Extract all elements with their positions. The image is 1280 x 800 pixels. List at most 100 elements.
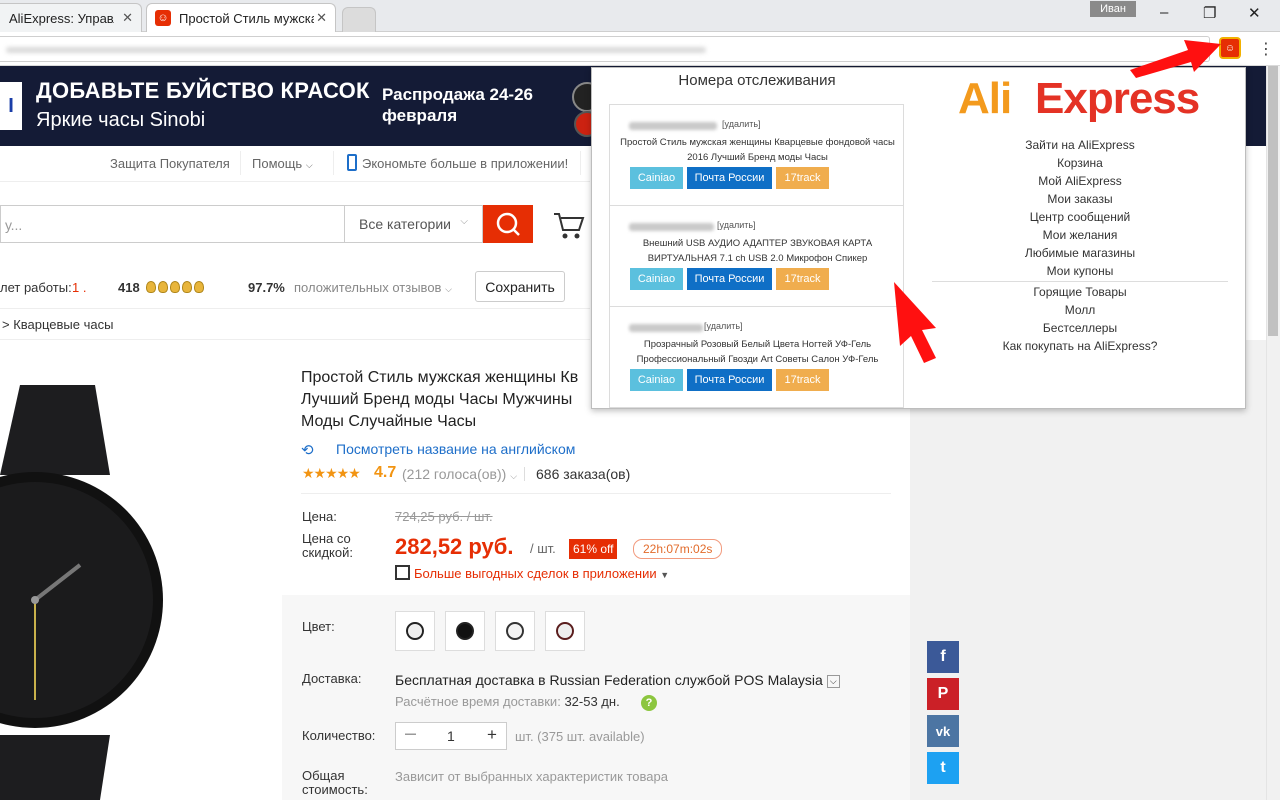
divider bbox=[333, 151, 334, 175]
menu-item-mall[interactable]: Молл bbox=[932, 301, 1228, 319]
menu-item-how-to-buy[interactable]: Как покупать на AliExpress? bbox=[932, 337, 1228, 355]
restore-button[interactable]: ❐ bbox=[1203, 4, 1216, 22]
menu-item-wishlist[interactable]: Мои желания bbox=[932, 226, 1228, 244]
facebook-share-icon[interactable]: f bbox=[927, 641, 959, 673]
quantity-stepper[interactable]: — 1 + bbox=[395, 722, 507, 750]
close-tab-icon[interactable]: ✕ bbox=[316, 10, 327, 26]
shipping-time-label: Расчётное время доставки: bbox=[395, 694, 561, 709]
twitter-share-icon[interactable]: t bbox=[927, 752, 959, 784]
menu-item-orders[interactable]: Мои заказы bbox=[932, 190, 1228, 208]
old-price: 724,25 руб. / шт. bbox=[395, 509, 493, 524]
url-input[interactable] bbox=[0, 36, 1210, 62]
positive-feedback-link[interactable]: положительных отзывов ⌵ bbox=[294, 280, 452, 295]
tab-title: Простой Стиль мужска bbox=[179, 10, 314, 26]
years-label: лет работы: bbox=[0, 280, 72, 295]
17track-button[interactable]: 17track bbox=[776, 167, 829, 189]
rating-stars: ★★★★★ bbox=[302, 465, 361, 481]
divider bbox=[301, 493, 891, 494]
pinterest-share-icon[interactable]: P bbox=[927, 678, 959, 710]
browser-tab-bar: AliExpress: Управля ✕ ☺ Простой Стиль му… bbox=[0, 0, 1280, 32]
cainiao-button[interactable]: Cainiao bbox=[630, 167, 683, 189]
right-panel-bg bbox=[910, 340, 1280, 800]
breadcrumb[interactable]: > Кварцевые часы bbox=[0, 308, 590, 340]
close-tab-icon[interactable]: ✕ bbox=[122, 10, 133, 26]
menu-item-hot-deals[interactable]: Горящие Товары bbox=[932, 283, 1228, 301]
quantity-minus-button[interactable]: — bbox=[405, 728, 416, 740]
pochta-rossii-button[interactable]: Почта России bbox=[687, 369, 772, 391]
tracking-list: [удалить] Простой Стиль мужская женщины … bbox=[609, 104, 904, 408]
pochta-rossii-button[interactable]: Почта России bbox=[687, 167, 772, 189]
divider bbox=[524, 467, 525, 481]
color-swatch[interactable] bbox=[395, 611, 435, 651]
close-window-button[interactable]: ✕ bbox=[1248, 4, 1261, 22]
color-swatch[interactable] bbox=[545, 611, 585, 651]
menu-item-coupons[interactable]: Мои купоны bbox=[932, 262, 1228, 280]
browser-tab-product[interactable]: ☺ Простой Стиль мужска ✕ bbox=[146, 3, 336, 32]
help-menu[interactable]: Помощь ⌵ bbox=[252, 156, 313, 171]
search-input[interactable]: у... bbox=[0, 205, 345, 243]
divider bbox=[240, 151, 241, 175]
product-image[interactable] bbox=[0, 355, 282, 800]
menu-item-my-aliexpress[interactable]: Мой AliExpress bbox=[932, 172, 1228, 190]
cainiao-button[interactable]: Cainiao bbox=[630, 369, 683, 391]
top-nav: Защита Покупателя Помощь ⌵ Экономьте бол… bbox=[0, 146, 590, 182]
quantity-input[interactable]: 1 bbox=[447, 728, 455, 744]
menu-item-bestsellers[interactable]: Бестселлеры bbox=[932, 319, 1228, 337]
translate-icon: ⟲ bbox=[301, 442, 314, 459]
help-label: Помощь bbox=[252, 156, 303, 171]
menu-item-favorite-stores[interactable]: Любимые магазины bbox=[932, 244, 1228, 262]
category-select[interactable]: Все категории ⌵ bbox=[344, 205, 483, 243]
17track-button[interactable]: 17track bbox=[776, 268, 829, 290]
tracking-number-blurred bbox=[629, 223, 714, 231]
color-swatch[interactable] bbox=[495, 611, 535, 651]
tracking-number-blurred bbox=[629, 122, 717, 130]
discount-price: 282,52 руб. bbox=[395, 534, 514, 559]
shipping-text: Бесплатная доставка в Russian Federation… bbox=[395, 672, 823, 688]
new-tab-button[interactable] bbox=[342, 7, 376, 32]
logo-express: Express bbox=[1035, 74, 1200, 123]
chevron-down-icon[interactable]: ⌵ bbox=[826, 675, 840, 688]
rating-row: ★★★★★ 4.7 (212 голоса(ов)) ⌵ 686 заказа(… bbox=[302, 464, 902, 485]
buyer-protection-link[interactable]: Защита Покупателя bbox=[110, 156, 230, 171]
shipping-method[interactable]: Бесплатная доставка в Russian Federation… bbox=[395, 672, 840, 688]
tracking-item-title: Простой Стиль мужская женщины Кварцевые … bbox=[620, 137, 895, 163]
minimize-button[interactable]: – bbox=[1160, 4, 1168, 21]
years-value: 1 . bbox=[72, 280, 87, 295]
cart-icon[interactable] bbox=[552, 210, 586, 240]
app-promo-link[interactable]: Экономьте больше в приложении! bbox=[362, 156, 568, 171]
popup-heading: Номера отслеживания bbox=[678, 72, 836, 89]
medal-icon bbox=[170, 281, 180, 293]
menu-item-login[interactable]: Зайти на AliExpress bbox=[932, 136, 1228, 154]
vk-share-icon[interactable]: vk bbox=[927, 715, 959, 747]
banner-headline: ДОБАВЬТЕ БУЙСТВО КРАСОК bbox=[36, 78, 370, 103]
medal-icon bbox=[182, 281, 192, 293]
delete-link[interactable]: [удалить] bbox=[717, 220, 756, 230]
17track-button[interactable]: 17track bbox=[776, 369, 829, 391]
address-toolbar: ☆ bbox=[0, 32, 1280, 66]
profile-chip[interactable]: Иван bbox=[1090, 1, 1136, 17]
translate-link[interactable]: Посмотреть название на английском bbox=[336, 441, 575, 457]
total-value: Зависит от выбранных характеристик товар… bbox=[395, 769, 668, 784]
delete-link[interactable]: [удалить] bbox=[704, 321, 743, 331]
tracking-number-blurred bbox=[629, 324, 703, 332]
aliexpress-logo[interactable]: Ali Express bbox=[958, 74, 1208, 126]
app-deals-link[interactable]: Больше выгодных сделок в приложении ▼ bbox=[414, 566, 669, 581]
color-swatch[interactable] bbox=[445, 611, 485, 651]
cainiao-button[interactable]: Cainiao bbox=[630, 268, 683, 290]
menu-item-cart[interactable]: Корзина bbox=[932, 154, 1228, 172]
save-store-button[interactable]: Сохранить bbox=[475, 271, 565, 302]
menu-item-messages[interactable]: Центр сообщений bbox=[932, 208, 1228, 226]
search-button[interactable] bbox=[483, 205, 533, 243]
browser-menu-icon[interactable]: ⋮ bbox=[1258, 39, 1274, 59]
quantity-plus-button[interactable]: + bbox=[487, 725, 497, 745]
annotation-arrow-icon bbox=[1130, 40, 1221, 78]
help-icon[interactable]: ? bbox=[641, 695, 657, 711]
votes-link[interactable]: (212 голоса(ов)) ⌵ bbox=[402, 466, 517, 482]
annotation-arrow-icon bbox=[894, 282, 936, 363]
scrollbar-thumb[interactable] bbox=[1268, 66, 1278, 336]
logo-ali: Ali bbox=[958, 74, 1012, 123]
delete-link[interactable]: [удалить] bbox=[722, 119, 761, 129]
pochta-rossii-button[interactable]: Почта России bbox=[687, 268, 772, 290]
positive-feedback-label: положительных отзывов bbox=[294, 280, 442, 295]
browser-tab-aliexpress[interactable]: AliExpress: Управля ✕ bbox=[0, 3, 142, 32]
